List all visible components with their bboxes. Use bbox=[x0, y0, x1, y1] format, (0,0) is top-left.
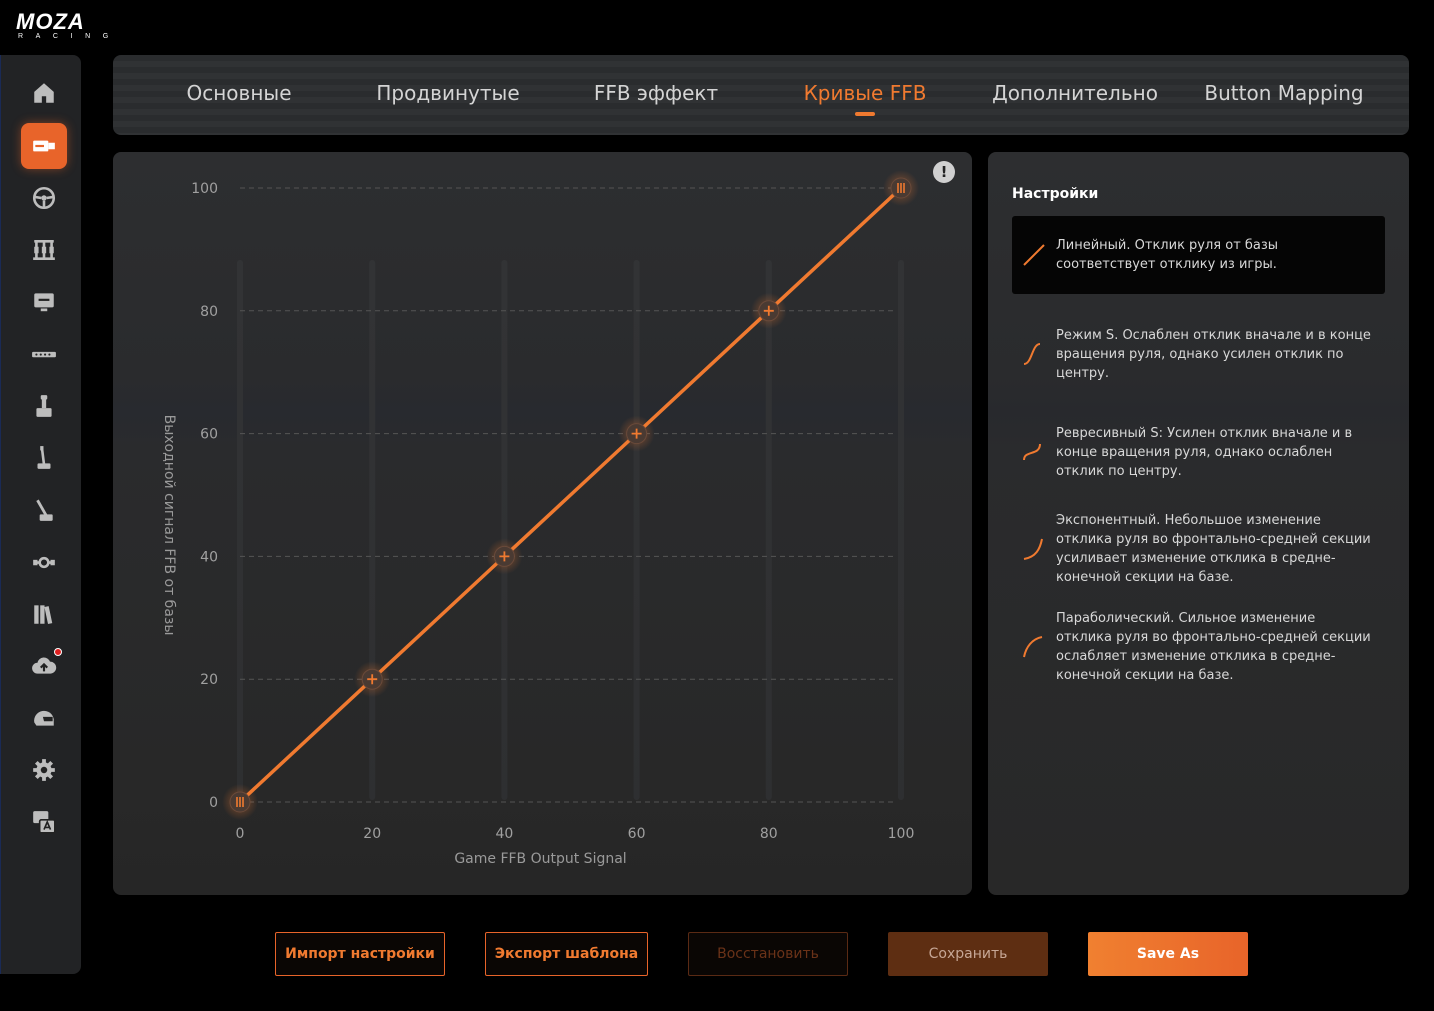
sidebar-item-home[interactable] bbox=[21, 70, 67, 116]
x-tick-label: 100 bbox=[888, 826, 915, 842]
sidebar-item-helmet[interactable] bbox=[21, 695, 67, 741]
preset-reverse-s-curve[interactable]: Ревресивный S: Усилен отклик вначале и в… bbox=[1012, 420, 1385, 484]
sidebar-item-wheelbase[interactable] bbox=[21, 123, 67, 169]
y-tick-label: 40 bbox=[200, 549, 218, 565]
dashboard-display-icon bbox=[34, 293, 54, 312]
preset-parabolic-label: Параболический. Сильное изменение отклик… bbox=[1056, 611, 1371, 683]
language-icon bbox=[33, 811, 56, 834]
export-template-button[interactable]: Экспорт шаблона bbox=[485, 932, 648, 976]
y-tick-label: 20 bbox=[200, 672, 218, 688]
import-settings-button[interactable]: Импорт настройки bbox=[275, 932, 445, 976]
led-bar-icon bbox=[32, 351, 56, 358]
tab-advanced[interactable]: Продвинутые bbox=[368, 77, 528, 113]
exponential-curve-icon bbox=[1023, 538, 1043, 560]
helmet-icon bbox=[34, 710, 54, 726]
sidebar-item-dashboard[interactable] bbox=[21, 279, 67, 325]
curve-point-handle[interactable] bbox=[883, 170, 919, 206]
sidebar-item-settings[interactable] bbox=[21, 747, 67, 793]
tab-button-mapping[interactable]: Button Mapping bbox=[1199, 77, 1369, 113]
cloud-update-icon bbox=[32, 657, 57, 674]
settings-title: Настройки bbox=[1012, 186, 1099, 202]
save-as-button[interactable]: Save As bbox=[1088, 932, 1248, 976]
preset-linear-label: Линейный. Отклик руля от базы соответств… bbox=[1056, 238, 1279, 272]
sidebar-item-pedals[interactable] bbox=[21, 227, 67, 273]
parabolic-curve-icon bbox=[1023, 636, 1043, 658]
handbrake-icon bbox=[37, 446, 51, 469]
curve-point-handle[interactable] bbox=[222, 784, 258, 820]
slider-track[interactable] bbox=[369, 260, 376, 800]
curve-presets-panel: Настройки Линейный. Отклик руля от базы … bbox=[988, 152, 1409, 895]
save-button[interactable]: Сохранить bbox=[888, 932, 1048, 976]
sidebar-item-handbrake[interactable] bbox=[21, 435, 67, 481]
logo-subtitle: RACING bbox=[18, 33, 121, 40]
sidebar bbox=[0, 55, 81, 974]
info-icon[interactable]: ! bbox=[933, 161, 955, 183]
slider-track[interactable] bbox=[633, 260, 640, 800]
tab-ffb-curves[interactable]: Кривые FFB bbox=[795, 77, 935, 116]
shifter-icon bbox=[36, 499, 53, 521]
sidebar-item-library[interactable] bbox=[21, 591, 67, 637]
y-tick-label: 0 bbox=[209, 795, 218, 811]
chart-series-line bbox=[238, 186, 903, 804]
ffb-curve-chart: 0 20 40 60 80 100 0 20 40 60 80 100 Выходной сигна… bbox=[161, 170, 919, 867]
wheelbase-icon bbox=[33, 140, 55, 152]
library-icon bbox=[34, 605, 53, 625]
notification-badge bbox=[54, 648, 62, 656]
x-tick-label: 0 bbox=[236, 826, 245, 842]
slider-track[interactable] bbox=[765, 260, 772, 800]
hub-icon bbox=[33, 556, 55, 569]
joystick-icon bbox=[36, 395, 52, 417]
y-tick-label: 80 bbox=[200, 304, 218, 320]
ffb-curve-graph-panel: 0 20 40 60 80 100 0 20 40 60 80 100 Выходной сигна… bbox=[113, 152, 972, 895]
x-tick-label: 80 bbox=[760, 826, 778, 842]
linear-curve-icon bbox=[1023, 244, 1045, 266]
restore-button[interactable]: Восстановить bbox=[688, 932, 848, 976]
preset-reverse-s-curve-label: Ревресивный S: Усилен отклик вначале и в… bbox=[1056, 425, 1353, 479]
pedals-icon bbox=[33, 240, 55, 260]
curve-point-handle[interactable] bbox=[486, 538, 523, 575]
settings-gear-icon bbox=[33, 759, 55, 781]
preset-s-curve[interactable]: Режим S. Ослаблен отклик вначале и в кон… bbox=[1012, 324, 1385, 384]
y-tick-label: 60 bbox=[200, 427, 218, 443]
slider-track[interactable] bbox=[898, 260, 904, 800]
preset-linear[interactable]: Линейный. Отклик руля от базы соответств… bbox=[1012, 216, 1385, 294]
x-tick-label: 20 bbox=[363, 826, 381, 842]
preset-s-curve-label: Режим S. Ослаблен отклик вначале и в кон… bbox=[1056, 327, 1371, 381]
sidebar-item-steering-wheel[interactable] bbox=[21, 175, 67, 221]
s-curve-icon bbox=[1023, 343, 1041, 365]
sidebar-item-cloud-update[interactable] bbox=[21, 643, 67, 689]
sidebar-item-language[interactable] bbox=[21, 799, 67, 845]
x-tick-label: 40 bbox=[495, 826, 513, 842]
preset-exponential[interactable]: Экспонентный. Небольшое изменение отклик… bbox=[1012, 510, 1385, 588]
sidebar-item-hub[interactable] bbox=[21, 539, 67, 585]
home-icon bbox=[34, 83, 54, 103]
tab-bar: Основные Продвинутые FFB эффект Кривые F… bbox=[113, 55, 1409, 135]
sidebar-item-led-bar[interactable] bbox=[21, 331, 67, 377]
curve-point-handle[interactable] bbox=[750, 292, 787, 329]
preset-parabolic[interactable]: Параболический. Сильное изменение отклик… bbox=[1012, 608, 1385, 686]
chart-x-axis-label: Game FFB Output Signal bbox=[454, 851, 626, 867]
sidebar-item-shifter[interactable] bbox=[21, 487, 67, 533]
sidebar-item-joystick[interactable] bbox=[21, 383, 67, 429]
slider-track[interactable] bbox=[237, 260, 243, 800]
tab-basic[interactable]: Основные bbox=[167, 77, 311, 113]
preset-exponential-label: Экспонентный. Небольшое изменение отклик… bbox=[1056, 513, 1371, 585]
curve-point-handle[interactable] bbox=[354, 661, 391, 698]
curve-point-handle[interactable] bbox=[618, 415, 655, 452]
moza-racing-logo: MOZA RACING bbox=[16, 9, 136, 42]
chart-y-axis-label: Выходной сигнал FFB от базы bbox=[161, 415, 177, 636]
reverse-s-curve-icon bbox=[1023, 443, 1041, 461]
tab-ffb-effect[interactable]: FFB эффект bbox=[586, 77, 726, 113]
y-tick-label: 100 bbox=[191, 181, 218, 197]
tab-additional[interactable]: Дополнительно bbox=[983, 77, 1167, 113]
x-tick-label: 60 bbox=[628, 826, 646, 842]
logo-wordmark: MOZA bbox=[16, 9, 85, 34]
slider-track[interactable] bbox=[501, 260, 508, 800]
steering-wheel-icon bbox=[32, 186, 56, 210]
